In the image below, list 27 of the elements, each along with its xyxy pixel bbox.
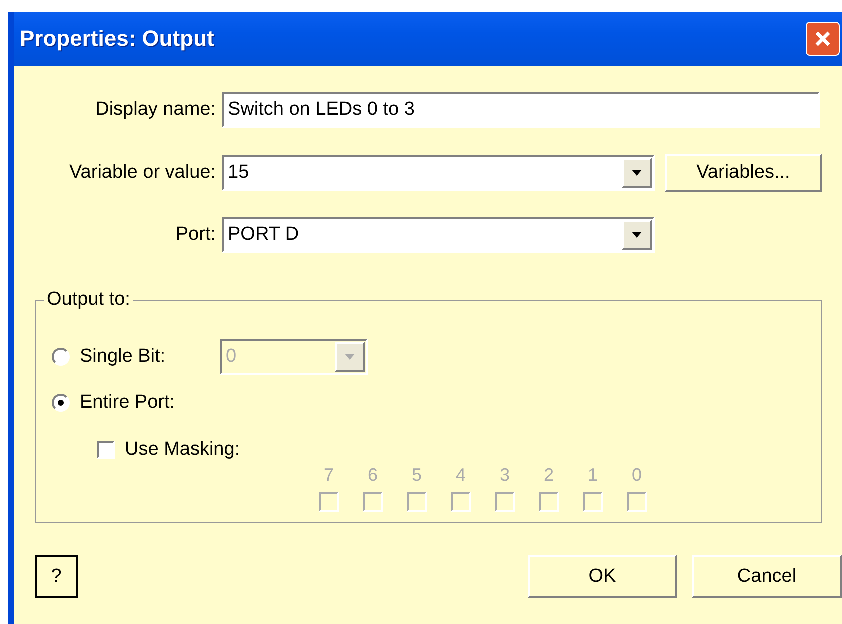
bit-label: 6 (368, 465, 378, 486)
dropdown-field[interactable]: 15 (222, 155, 655, 191)
ok-button[interactable]: OK (528, 555, 677, 598)
bit-label: 4 (456, 465, 466, 486)
variables-button[interactable]: Variables... (665, 154, 822, 192)
group-title: Output to: (46, 289, 132, 311)
help-button[interactable]: ? (35, 555, 78, 598)
dropdown-field[interactable]: PORT D (222, 217, 655, 253)
radio-button[interactable] (52, 348, 70, 366)
cancel-button[interactable]: Cancel (692, 555, 842, 598)
field-label: Variable or value: (68, 162, 216, 184)
bit-label: 7 (324, 465, 334, 486)
radio-label: Entire Port: (80, 392, 176, 414)
text-field[interactable]: Switch on LEDs 0 to 3 (222, 92, 820, 128)
checkbox[interactable] (97, 441, 115, 459)
close-icon[interactable] (806, 22, 840, 56)
bit-label: 0 (632, 465, 642, 486)
radio-button[interactable] (52, 394, 70, 412)
bit-label: 2 (544, 465, 554, 486)
bit-label: 5 (412, 465, 422, 486)
bit-label: 3 (500, 465, 510, 486)
window-title: Properties: Output (20, 26, 214, 52)
field-label: Display name: (94, 99, 216, 121)
radio-label: Single Bit: (80, 346, 167, 368)
bit-label: 1 (588, 465, 598, 486)
field-label: Port: (174, 224, 216, 246)
checkbox-label: Use Masking: (125, 439, 240, 461)
